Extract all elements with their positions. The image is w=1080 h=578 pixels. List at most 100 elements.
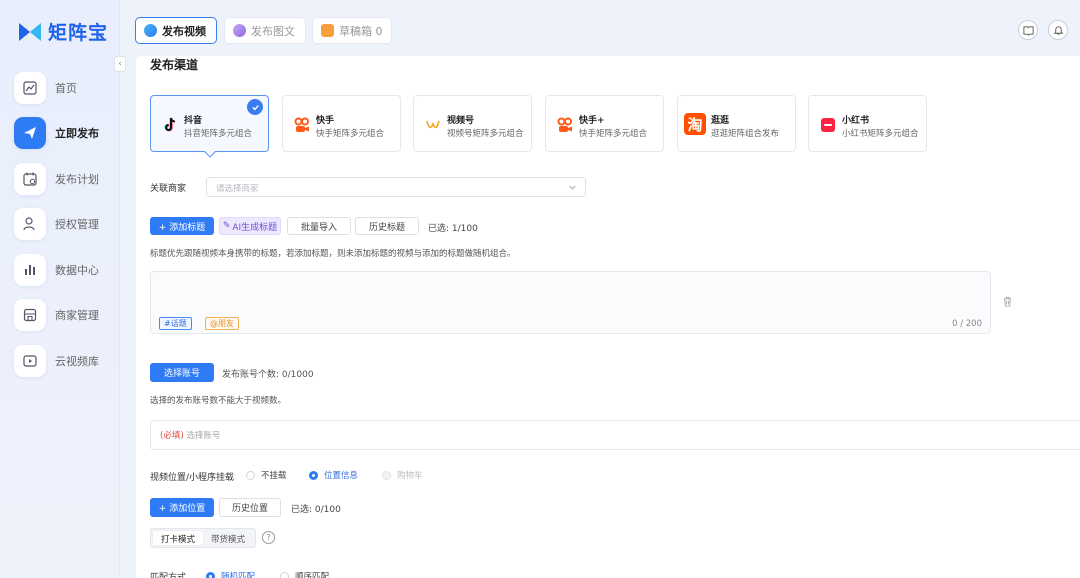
channel-name: 小红书 xyxy=(842,116,870,126)
radio-dot xyxy=(206,571,215,578)
radio-random-match[interactable]: 随机匹配 xyxy=(206,570,255,578)
sidebar-item-video-library[interactable]: 云视频库 xyxy=(14,343,99,378)
sidebar-item-label: 授权管理 xyxy=(55,218,99,231)
mode-segmented-control: 打卡模式 带货模式 xyxy=(150,528,257,548)
channel-kuaishou-plus[interactable]: 快手+ 快手矩阵多元组合 xyxy=(545,95,664,152)
channel-name: 逛逛 xyxy=(711,116,730,126)
book-icon[interactable] xyxy=(1018,20,1038,40)
check-icon xyxy=(247,99,263,115)
chevron-left-icon: ‹ xyxy=(118,59,122,69)
match-label: 匹配方式 xyxy=(150,573,187,578)
logo-icon xyxy=(19,22,41,41)
radio-dot xyxy=(309,470,318,480)
mode-sales[interactable]: 带货模式 xyxy=(203,531,253,545)
section-title-channels: 发布渠道 xyxy=(150,58,199,72)
radio-label: 位置信息 xyxy=(324,471,359,481)
title-selected-count: 已选: 1/100 xyxy=(428,224,478,234)
ai-title-label: AI生成标题 xyxy=(232,222,278,233)
radio-dot xyxy=(382,470,391,480)
radio-label: 随机匹配 xyxy=(221,572,256,578)
chart-line-icon xyxy=(14,71,46,104)
sidebar-item-home[interactable]: 首页 xyxy=(14,70,99,105)
radio-shopping-cart[interactable]: 购物车 xyxy=(382,469,423,481)
sidebar-item-auth[interactable]: 授权管理 xyxy=(14,207,99,242)
history-position-button[interactable]: 历史位置 xyxy=(219,498,281,517)
mention-friend-button[interactable]: @朋友 xyxy=(205,317,239,330)
channel-desc: 小红书矩阵多元组合 xyxy=(842,129,919,139)
topic-tag-button[interactable]: #话题 xyxy=(159,317,192,330)
main-panel: 发布渠道 抖音 抖音矩阵多元组合 快手 快手矩阵多元组合 视频号 视频号矩阵多元… xyxy=(136,56,1080,578)
channel-name: 快手 xyxy=(316,116,335,126)
tab-label: 发布视频 xyxy=(162,24,206,38)
select-account-button[interactable]: 选择账号 xyxy=(150,363,214,382)
sidebar-item-plan[interactable]: 发布计划 xyxy=(14,161,99,196)
batch-import-button[interactable]: 批量导入 xyxy=(287,217,351,235)
account-placeholder: 选择账号 xyxy=(186,431,221,441)
sidebar-nav: 首页 立即发布 发布计划 授权管理 数据中心 商家管理 云视频库 xyxy=(14,70,99,389)
required-marker: (必填) xyxy=(160,431,184,441)
char-counter: 0 / 200 xyxy=(952,319,982,329)
help-glyph: ? xyxy=(266,533,271,542)
user-key-icon xyxy=(14,208,46,240)
merchant-label: 关联商家 xyxy=(150,184,187,194)
sidebar-collapse-button[interactable]: ‹ xyxy=(114,56,126,72)
paper-plane-icon xyxy=(14,117,46,149)
mode-checkin[interactable]: 打卡模式 xyxy=(153,531,204,545)
radio-label: 购物车 xyxy=(397,471,423,481)
calendar-icon xyxy=(14,162,46,195)
store-icon xyxy=(14,299,46,331)
position-selected-count: 已选: 0/100 xyxy=(291,505,341,515)
account-input[interactable]: (必填) 选择账号 xyxy=(150,420,1080,450)
kuaishou-icon xyxy=(292,115,312,135)
selection-pointer xyxy=(204,146,216,158)
sidebar-item-label: 数据中心 xyxy=(55,263,99,277)
history-title-button[interactable]: 历史标题 xyxy=(355,217,419,235)
tab-publish-post[interactable]: 发布图文 xyxy=(224,17,306,44)
pen-icon: ✎ xyxy=(222,221,231,231)
radio-dot xyxy=(280,571,289,578)
topbar: 发布视频 发布图文 草稿箱 0 xyxy=(120,0,1080,56)
channel-xiaohongshu[interactable]: 小红书 小红书矩阵多元组合 xyxy=(808,95,927,152)
tab-label: 草稿箱 0 xyxy=(339,24,383,38)
channel-kuaishou[interactable]: 快手 快手矩阵多元组合 xyxy=(282,95,401,152)
radio-label: 不挂载 xyxy=(261,471,287,481)
channel-guangguang[interactable]: 淘 逛逛 逛逛矩阵组合发布 xyxy=(677,95,796,152)
tab-label: 发布图文 xyxy=(251,24,295,38)
radio-sequential-match[interactable]: 顺序匹配 xyxy=(280,570,329,578)
sidebar-item-publish[interactable]: 立即发布 xyxy=(14,116,99,151)
radio-location[interactable]: 位置信息 xyxy=(309,469,358,481)
app-logo[interactable]: 矩阵宝 xyxy=(18,18,108,45)
radio-no-mount[interactable]: 不挂载 xyxy=(246,469,287,481)
sidebar-item-merchant[interactable]: 商家管理 xyxy=(14,298,99,333)
sidebar-item-data[interactable]: 数据中心 xyxy=(14,252,99,287)
channel-name: 视频号 xyxy=(447,116,475,126)
bell-icon[interactable] xyxy=(1048,20,1068,40)
tab-publish-video[interactable]: 发布视频 xyxy=(135,17,217,44)
add-position-button[interactable]: + 添加位置 xyxy=(150,498,214,517)
sidebar: 矩阵宝 首页 立即发布 发布计划 授权管理 数据中心 商家管理 云视频库 xyxy=(0,0,120,578)
account-count-label: 发布账号个数: 0/1000 xyxy=(222,370,314,380)
channel-name: 抖音 xyxy=(184,116,203,126)
video-icon xyxy=(144,24,157,37)
sidebar-item-label: 立即发布 xyxy=(55,127,99,140)
account-hint: 选择的发布账号数不能大于视频数。 xyxy=(150,396,287,406)
channel-desc: 抖音矩阵多元组合 xyxy=(184,129,253,139)
help-icon[interactable]: ? xyxy=(262,531,275,544)
trash-icon[interactable] xyxy=(1002,296,1013,310)
merchant-select[interactable]: 请选择商家 xyxy=(206,177,586,197)
sidebar-item-label: 云视频库 xyxy=(55,354,99,368)
channel-desc: 快手矩阵多元组合 xyxy=(579,129,648,139)
kuaishou-plus-icon xyxy=(555,115,575,135)
taobao-icon: 淘 xyxy=(684,113,706,135)
chevron-down-icon xyxy=(569,185,576,190)
channel-desc: 快手矩阵多元组合 xyxy=(316,129,385,139)
position-label: 视频位置/小程序挂载 xyxy=(150,473,235,483)
ai-generate-title-button[interactable]: ✎ AI生成标题 xyxy=(219,217,281,235)
add-title-button[interactable]: + 添加标题 xyxy=(150,217,214,235)
channel-shipinhao[interactable]: 视频号 视频号矩阵多元组合 xyxy=(413,95,532,152)
title-textarea[interactable]: #话题 @朋友 0 / 200 xyxy=(150,271,991,334)
tab-drafts[interactable]: 草稿箱 0 xyxy=(312,17,392,44)
app-name: 矩阵宝 xyxy=(48,22,109,44)
radio-dot xyxy=(246,470,255,480)
channel-douyin[interactable]: 抖音 抖音矩阵多元组合 xyxy=(150,95,269,158)
